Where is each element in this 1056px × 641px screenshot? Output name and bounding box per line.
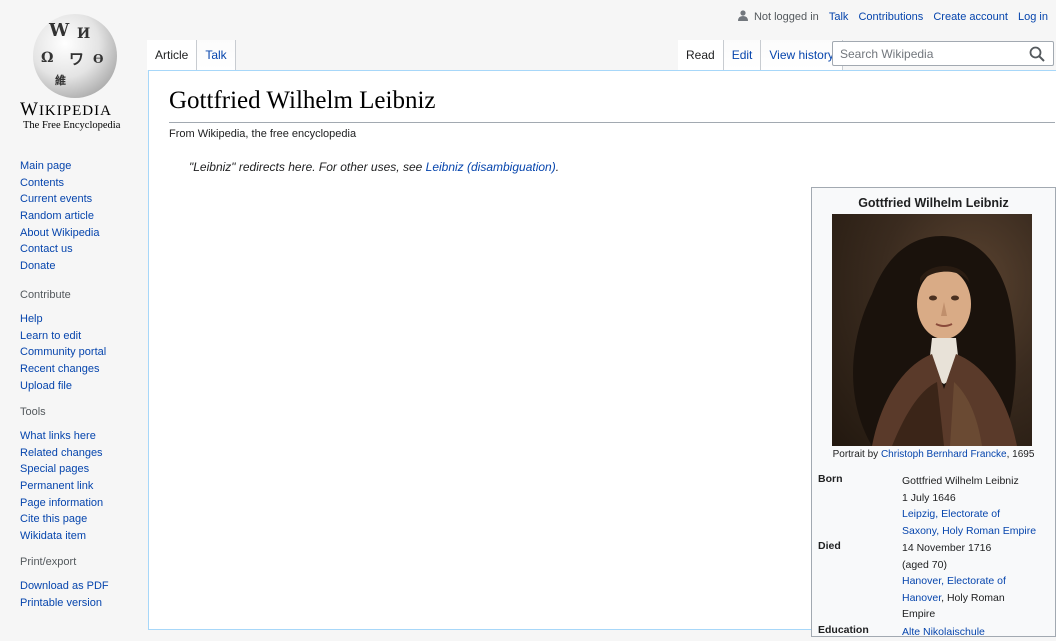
disambiguation-link[interactable]: Leibniz (disambiguation) [426, 160, 556, 174]
create-account-link[interactable]: Create account [933, 11, 1008, 23]
sidebar-item-special-pages[interactable]: Special pages [20, 461, 103, 478]
painter-link[interactable]: Christoph Bernhard Francke [881, 449, 1007, 460]
site-subtitle: From Wikipedia, the free encyclopedia [169, 128, 357, 140]
sidebar-item-help[interactable]: Help [20, 311, 106, 328]
logo-wordmark: WIKIPEDIA [20, 99, 112, 120]
electorate-hanover-link[interactable]: , Electorate of [941, 575, 1006, 587]
died-label: Died [818, 540, 841, 552]
tab-article[interactable]: Article [147, 40, 198, 70]
tools-heading: Tools [20, 406, 46, 418]
tab-view-history[interactable]: View history [761, 40, 843, 70]
portrait-image[interactable] [832, 214, 1032, 446]
sidebar-contribute-portal: Contribute Help Learn to edit Community … [20, 289, 106, 394]
sidebar-item-current-events[interactable]: Current events [20, 191, 100, 208]
tab-edit[interactable]: Edit [723, 40, 762, 70]
contributions-link[interactable]: Contributions [858, 11, 923, 23]
born-label: Born [818, 473, 843, 485]
view-tabs: Read Edit View history [678, 40, 843, 70]
heading-divider [169, 122, 1055, 123]
sidebar-item-printable-version[interactable]: Printable version [20, 595, 109, 612]
sidebar-item-related-changes[interactable]: Related changes [20, 445, 103, 462]
search-icon[interactable] [1029, 46, 1045, 62]
wikipedia-logo[interactable]: W И Ω ワ Ѳ 維 WIKIPEDIA The Free Encyclope… [0, 0, 148, 150]
logo-tagline: The Free Encyclopedia [23, 120, 121, 131]
contribute-heading: Contribute [20, 289, 71, 301]
user-icon [737, 10, 748, 21]
sidebar-item-contact[interactable]: Contact us [20, 241, 100, 258]
tab-talk[interactable]: Talk [197, 40, 236, 70]
education-value: Alte Nikolaischule [902, 624, 1052, 641]
puzzle-globe-icon: W И Ω ワ Ѳ 維 [33, 14, 117, 98]
education-link[interactable]: Alte Nikolaischule [902, 626, 985, 638]
namespace-tabs: Article Talk [147, 40, 236, 70]
search-input[interactable] [838, 43, 1023, 65]
sidebar-item-recent-changes[interactable]: Recent changes [20, 361, 106, 378]
sidebar-item-upload-file[interactable]: Upload file [20, 378, 106, 395]
sidebar-item-donate[interactable]: Donate [20, 258, 100, 275]
personal-tools: Not logged in Talk Contributions Create … [737, 9, 1048, 23]
tab-read[interactable]: Read [678, 40, 724, 70]
infobox: Gottfried Wilhelm Leibniz Portrait by Ch… [811, 187, 1056, 638]
sidebar-item-about[interactable]: About Wikipedia [20, 225, 100, 242]
sidebar-tools-portal: Tools What links here Related changes Sp… [20, 406, 103, 545]
born-value: Gottfried Wilhelm Leibniz 1 July 1646 Le… [902, 475, 1037, 537]
hanover-electorate-link[interactable]: Hanover [902, 592, 941, 604]
article-content: Gottfried Wilhelm Leibniz From Wikipedia… [148, 70, 1056, 638]
page-title: Gottfried Wilhelm Leibniz [169, 87, 436, 114]
sidebar-item-cite-this-page[interactable]: Cite this page [20, 511, 103, 528]
not-logged-in-text: Not logged in [753, 11, 819, 23]
sidebar-item-random-article[interactable]: Random article [20, 208, 100, 225]
talk-link[interactable]: Talk [829, 11, 849, 23]
sidebar-item-download-pdf[interactable]: Download as PDF [20, 578, 109, 595]
print-export-heading: Print/export [20, 556, 77, 568]
sidebar-item-wikidata-item[interactable]: Wikidata item [20, 528, 103, 545]
search-box[interactable] [832, 41, 1054, 66]
hanover-link[interactable]: Hanover [902, 575, 941, 587]
sidebar-item-permanent-link[interactable]: Permanent link [20, 478, 103, 495]
died-value: 14 November 1716 (aged 70) Hanover, Elec… [902, 542, 1006, 620]
infobox-title: Gottfried Wilhelm Leibniz [858, 196, 1009, 210]
leipzig-link[interactable]: Leipzig [902, 508, 935, 520]
sidebar-item-page-information[interactable]: Page information [20, 495, 103, 512]
portrait-caption: Portrait by Christoph Bernhard Francke, … [832, 449, 1035, 460]
education-label: Education [818, 624, 869, 636]
sidebar-item-what-links-here[interactable]: What links here [20, 428, 103, 445]
hatnote: "Leibniz" redirects here. For other uses… [189, 160, 560, 174]
sidebar-navigation: Main page Contents Current events Random… [20, 158, 100, 275]
login-link[interactable]: Log in [1018, 11, 1048, 23]
sidebar-item-community-portal[interactable]: Community portal [20, 344, 106, 361]
hre-link[interactable]: , Holy Roman Empire [936, 525, 1036, 537]
saxony-link[interactable]: Saxony [902, 525, 936, 537]
electorate-saxony-link[interactable]: , Electorate of [935, 508, 1000, 520]
portrait-painting [853, 236, 1017, 446]
sidebar-print-portal: Print/export Download as PDF Printable v… [20, 556, 109, 611]
sidebar-item-learn-to-edit[interactable]: Learn to edit [20, 328, 106, 345]
sidebar-item-contents[interactable]: Contents [20, 175, 100, 192]
sidebar-item-main-page[interactable]: Main page [20, 158, 100, 175]
